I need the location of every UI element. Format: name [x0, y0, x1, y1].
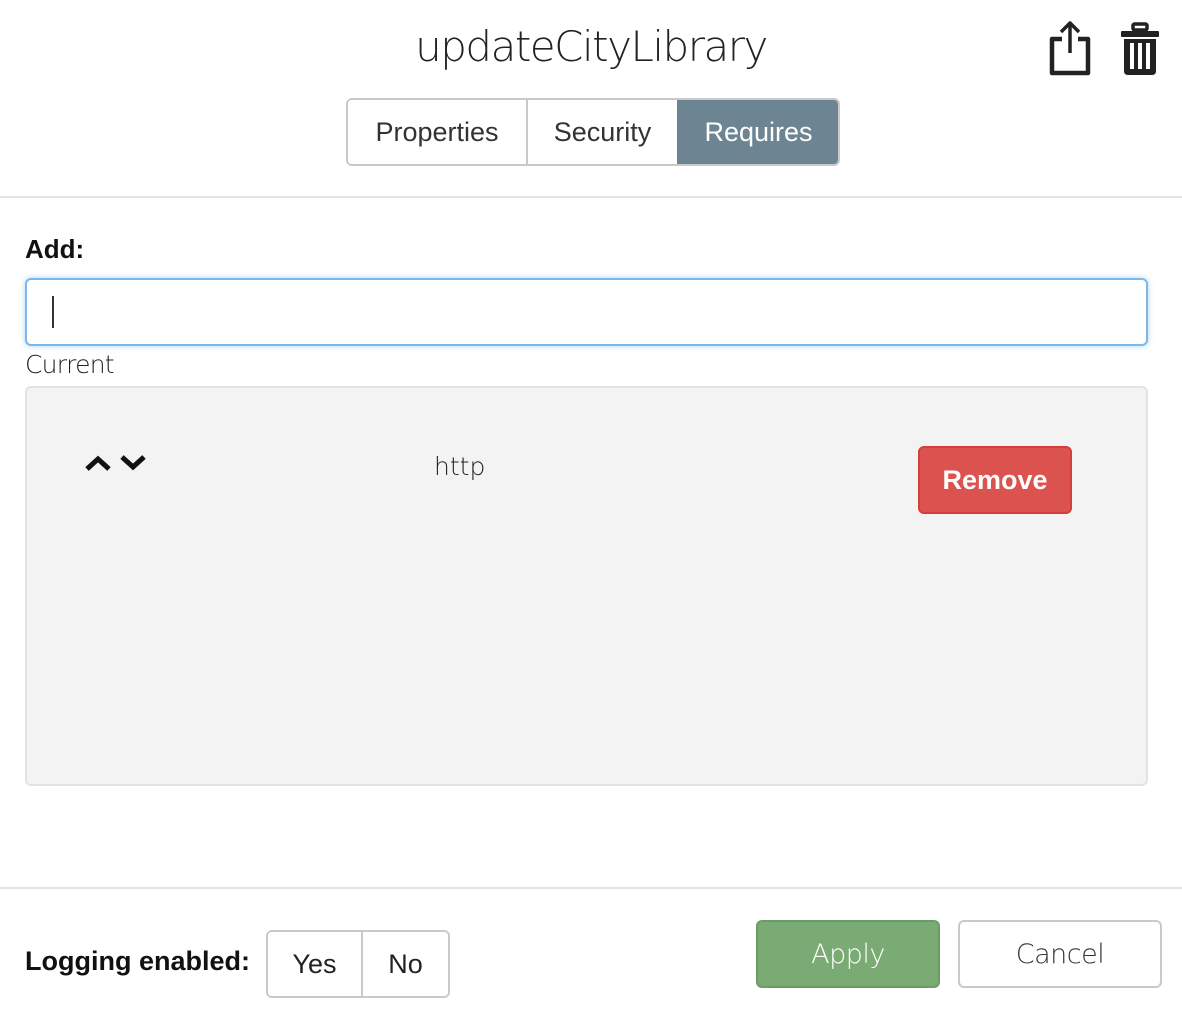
- move-up-button[interactable]: [83, 450, 113, 476]
- tab-bar: Properties Security Requires: [346, 98, 840, 166]
- move-down-button[interactable]: [118, 450, 148, 476]
- add-requirement-input[interactable]: [25, 278, 1148, 346]
- delete-button[interactable]: [1112, 18, 1168, 78]
- footer-divider: [0, 887, 1182, 889]
- logging-toggle: Yes No: [266, 930, 450, 998]
- requirement-name: http: [434, 452, 486, 481]
- logging-yes-button[interactable]: Yes: [268, 932, 361, 996]
- add-label: Add:: [25, 234, 85, 264]
- tab-properties[interactable]: Properties: [348, 100, 526, 164]
- cancel-button[interactable]: Cancel: [958, 920, 1162, 988]
- page-title: updateCityLibrary: [415, 22, 768, 71]
- header-divider: [0, 196, 1182, 198]
- text-caret: [52, 296, 54, 328]
- apply-button[interactable]: Apply: [756, 920, 940, 988]
- tab-requires[interactable]: Requires: [677, 100, 838, 164]
- trash-icon: [1121, 22, 1159, 75]
- chevron-up-icon: [85, 455, 111, 471]
- remove-button[interactable]: Remove: [918, 446, 1072, 514]
- share-button[interactable]: [1042, 18, 1098, 78]
- logging-label: Logging enabled:: [25, 946, 250, 976]
- logging-no-button[interactable]: No: [361, 932, 448, 996]
- current-label: Current: [25, 350, 115, 379]
- share-icon: [1049, 21, 1091, 76]
- tab-security[interactable]: Security: [526, 100, 677, 164]
- chevron-down-icon: [120, 455, 146, 471]
